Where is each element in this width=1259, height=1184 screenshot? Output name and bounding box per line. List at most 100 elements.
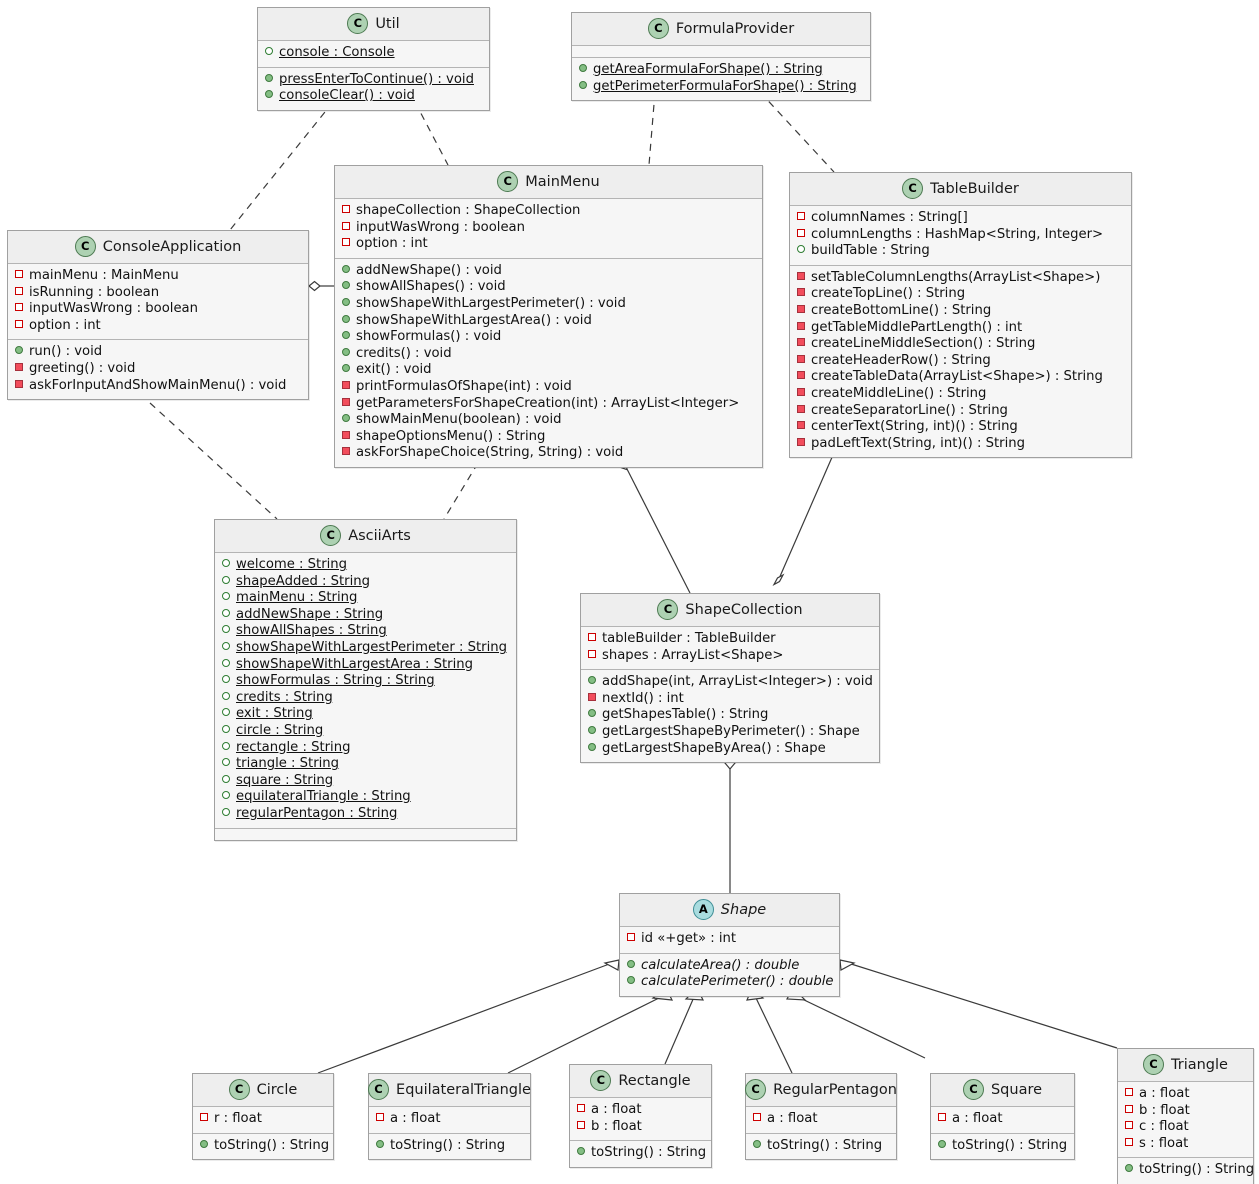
class-box-formulaprovider[interactable]: C FormulaProvider getAreaFormulaForShape()… (571, 12, 871, 102)
method-label: toString() : String (952, 1137, 1068, 1153)
visibility-pub-icon (579, 80, 587, 89)
class-method-row: askForShapeChoice(String, String) : void (342, 445, 754, 462)
attribute-label: tableBuilder : TableBuilder (602, 631, 776, 646)
attribute-label: columnNames : String[] (811, 210, 968, 225)
method-label: calculatePerimeter() : double (641, 974, 834, 990)
edge-tablebuilder-shapecollection (777, 454, 834, 582)
visibility-prot-icon (222, 575, 230, 584)
attribute-label: a : float (390, 1111, 441, 1126)
class-name: TableBuilder (930, 180, 1019, 197)
attribute-label: c : float (1139, 1119, 1189, 1135)
attribute-label: a : float (1139, 1086, 1190, 1101)
attribute-label: square : String (236, 772, 334, 788)
edge-mainmenu-shapecollection (626, 468, 691, 594)
visibility-prot-icon (222, 691, 230, 700)
class-attribute-row: shapeAdded : String (222, 574, 508, 591)
attribute-label: r : float (214, 1111, 262, 1126)
class-box-rectangle[interactable]: C Rectangle a : float b : float toString() :… (569, 1064, 712, 1168)
class-attribute-row: credits : String (222, 690, 508, 707)
class-box-triangle[interactable]: C Triangle a : float b : float c : float s : … (1117, 1048, 1254, 1184)
class-method-row: centerText(String, int)() : String (797, 419, 1123, 436)
class-header: C Rectangle (570, 1065, 711, 1098)
class-attribute-row: b : float (577, 1119, 703, 1136)
class-method-row: calculateArea() : double (627, 958, 831, 975)
class-attribute-row: showAllShapes : String (222, 623, 508, 640)
visibility-pub-icon (342, 364, 350, 373)
class-stereotype-icon: C (657, 599, 679, 620)
visibility-pkg-icon (342, 238, 350, 247)
class-attribute-row: columnNames : String[] (797, 210, 1123, 227)
class-box-tablebuilder[interactable]: C TableBuilder columnNames : String[] colum… (789, 172, 1132, 459)
class-attribute-row: shapeCollection : ShapeCollection (342, 203, 754, 220)
attributes-compartment: a : float (369, 1107, 530, 1134)
attributes-compartment (572, 46, 870, 58)
visibility-priv-icon (797, 338, 805, 347)
visibility-prot-icon (222, 592, 230, 601)
class-method-row: getShapesTable() : String (588, 707, 871, 724)
class-method-row: askForInputAndShowMainMenu() : void (15, 378, 300, 395)
visibility-pub-icon (342, 281, 350, 290)
method-label: toString() : String (390, 1137, 506, 1153)
visibility-pub-icon (588, 725, 596, 734)
methods-compartment: toString() : String (1118, 1158, 1254, 1184)
visibility-prot-icon (222, 675, 230, 684)
visibility-pub-icon (588, 676, 596, 685)
class-header: C ConsoleApplication (8, 231, 308, 264)
method-label: askForShapeChoice(String, String) : void (356, 445, 624, 461)
methods-compartment: addShape(int, ArrayList<Integer>) : void… (581, 670, 879, 762)
edge-util-consoleapplication (229, 101, 334, 231)
edge-triangle-shape (847, 962, 1118, 1049)
class-box-regularpentagon[interactable]: C RegularPentagon a : float toString() : St… (745, 1073, 897, 1161)
visibility-pkg-icon (15, 270, 23, 278)
visibility-pub-icon (342, 347, 350, 356)
class-box-shape[interactable]: A Shape id «+get» : int calculateArea() : d… (619, 893, 840, 997)
class-attribute-row: triangle : String (222, 756, 508, 773)
visibility-prot-icon (222, 774, 230, 783)
visibility-pub-icon (200, 1139, 208, 1148)
attribute-label: welcome : String (236, 557, 348, 572)
class-method-row: showShapeWithLargestArea() : void (342, 313, 754, 330)
class-method-row: createTableData(ArrayList<Shape>) : Stri… (797, 369, 1123, 386)
class-box-circle[interactable]: C Circle r : float toString() : String (192, 1073, 334, 1161)
visibility-pub-icon (579, 64, 587, 72)
visibility-pub-icon (938, 1139, 946, 1148)
visibility-prot-icon (797, 245, 805, 254)
class-header: C MainMenu (335, 166, 762, 199)
attributes-compartment: columnNames : String[] columnLengths : Ha… (790, 206, 1131, 266)
class-attribute-row: isRunning : boolean (15, 285, 300, 302)
method-label: getShapesTable() : String (602, 707, 769, 723)
visibility-prot-icon (222, 791, 230, 800)
class-method-row: getAreaFormulaForShape() : String (579, 62, 862, 79)
edge-mainmenu-asciiarts (443, 462, 479, 520)
class-stereotype-icon: C (962, 1079, 984, 1100)
methods-compartment: run() : void greeting() : void askForInput… (8, 340, 308, 399)
class-box-shapecollection[interactable]: C ShapeCollection tableBuilder : TableBuil… (580, 593, 880, 764)
class-box-consoleapplication[interactable]: C ConsoleApplication mainMenu : MainMenu is… (7, 230, 309, 401)
attributes-compartment: a : float b : float c : float s : float (1118, 1082, 1253, 1159)
visibility-priv-icon (797, 321, 805, 330)
class-stereotype-icon: C (1143, 1054, 1165, 1075)
class-box-util[interactable]: C Util console : Console pressEnterToContin… (257, 7, 490, 111)
class-box-equilateraltriangle[interactable]: C EquilateralTriangle a : float toString() … (368, 1073, 531, 1161)
visibility-pkg-icon (797, 228, 805, 237)
class-name: FormulaProvider (675, 20, 795, 37)
method-label: addShape(int, ArrayList<Integer>) : void (602, 674, 873, 690)
class-method-row: toString() : String (1125, 1162, 1254, 1179)
class-method-row: printFormulasOfShape(int) : void (342, 379, 754, 396)
visibility-pkg-icon (342, 221, 350, 230)
attribute-label: mainMenu : String (236, 590, 358, 606)
methods-compartment: toString() : String (369, 1134, 530, 1160)
class-attribute-row: option : int (15, 318, 300, 335)
class-box-square[interactable]: C Square a : float toString() : String (930, 1073, 1075, 1161)
methods-compartment: toString() : String (570, 1141, 711, 1167)
visibility-pkg-icon (627, 933, 635, 941)
visibility-pkg-icon (15, 286, 23, 295)
class-method-row: greeting() : void (15, 361, 300, 378)
class-box-asciiarts[interactable]: C AsciiArts welcome : String shapeAdded : S… (214, 519, 517, 841)
attribute-label: shapeAdded : String (236, 573, 370, 589)
visibility-priv-icon (797, 288, 805, 297)
visibility-pub-icon (342, 331, 350, 340)
visibility-prot-icon (265, 47, 273, 55)
class-box-mainmenu[interactable]: C MainMenu shapeCollection : ShapeCollecti… (334, 165, 763, 468)
visibility-pub-icon (376, 1139, 384, 1148)
